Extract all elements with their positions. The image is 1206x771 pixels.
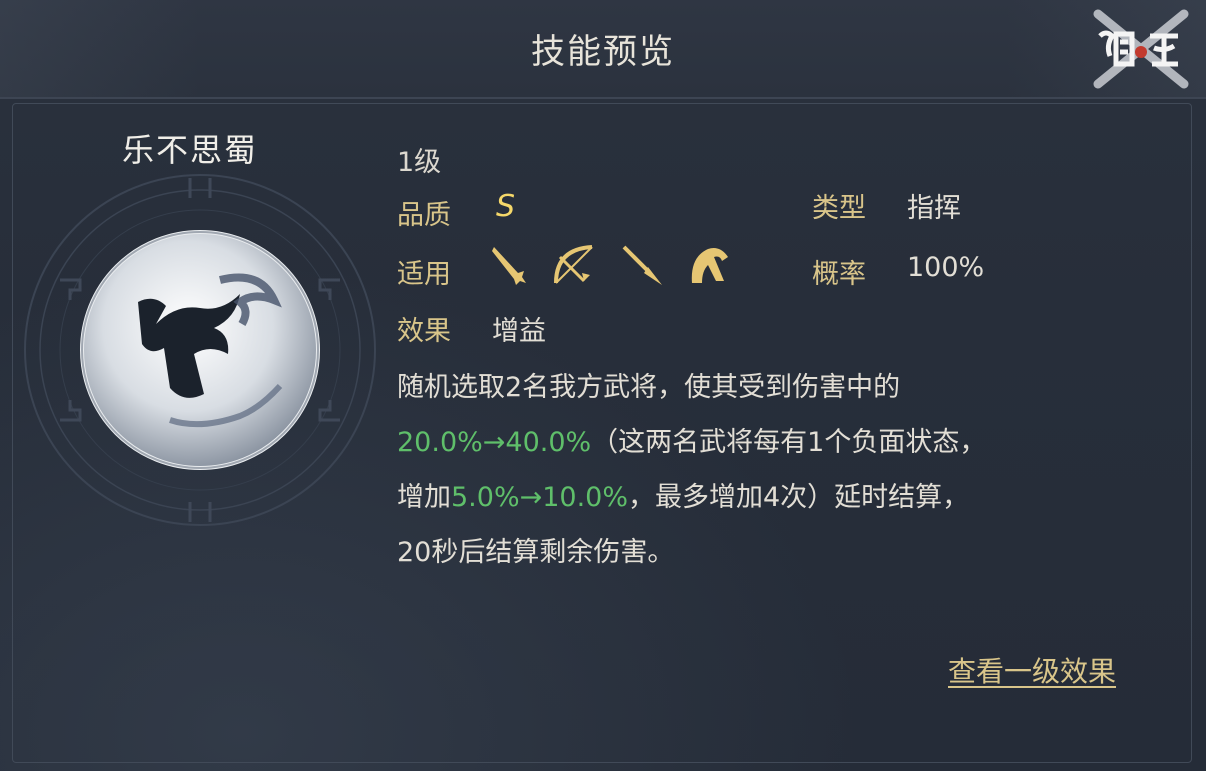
skill-emblem xyxy=(24,174,376,526)
type-value: 指挥 xyxy=(907,193,961,224)
description-line-3-prefix: 增加 xyxy=(397,482,451,513)
view-level1-effect-link[interactable]: 查看一级效果 xyxy=(948,650,1116,690)
quality-value: S xyxy=(496,189,516,224)
description-line-4: 20秒后结算剩余伤害。 xyxy=(397,537,675,568)
skill-name: 乐不思蜀 xyxy=(121,131,258,169)
effect-value: 增益 xyxy=(492,316,546,347)
description-line-2: 20.0%→40.0%（这两名武将每有1个负面状态， xyxy=(397,415,1157,470)
game-logo xyxy=(1093,9,1189,89)
spear-icon xyxy=(622,245,662,285)
chance-value: 100% xyxy=(907,252,985,283)
type-label: 类型 xyxy=(812,193,866,224)
bow-icon xyxy=(554,245,593,284)
applicable-label: 适用 xyxy=(397,259,451,290)
description-line-3-text: ，最多增加4次）延时结算， xyxy=(628,482,970,513)
horse-icon xyxy=(691,248,728,283)
description-line-2-text: （这两名武将每有1个负面状态， xyxy=(591,427,987,458)
damage-ratio-range: 20.0%→40.0% xyxy=(397,427,592,458)
description-line-3: 增加5.0%→10.0%，最多增加4次）延时结算， xyxy=(397,470,1157,525)
sword-icon xyxy=(492,247,526,285)
skill-level: 1级 xyxy=(397,147,442,178)
description-line-1: 随机选取2名我方武将，使其受到伤害中的 xyxy=(397,372,901,403)
skill-preview-panel: 技能预览 乐不思蜀 1级 品质 S 类型 指挥 适用 概率 100% 效果 增益… xyxy=(0,0,1206,771)
page-title: 技能预览 xyxy=(531,32,675,72)
effect-label: 效果 xyxy=(397,316,451,347)
skill-description: 随机选取2名我方武将，使其受到伤害中的 20.0%→40.0%（这两名武将每有1… xyxy=(397,360,1157,580)
increase-ratio-range: 5.0%→10.0% xyxy=(451,482,628,513)
header-bar: 技能预览 xyxy=(0,0,1206,99)
chance-label: 概率 xyxy=(812,259,866,290)
quality-label: 品质 xyxy=(397,200,451,231)
